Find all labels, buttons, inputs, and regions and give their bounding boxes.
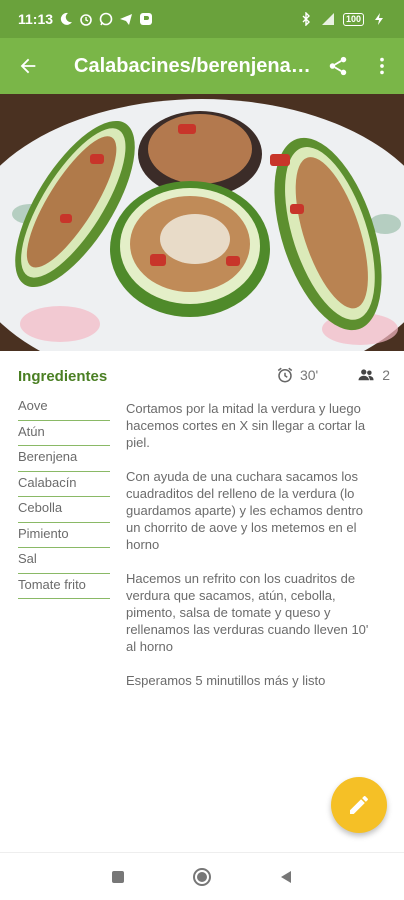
ingredient-item: Sal bbox=[18, 548, 110, 574]
app-notification-icon bbox=[140, 13, 153, 25]
ingredient-item: Berenjena bbox=[18, 446, 110, 472]
servings: 2 bbox=[382, 367, 390, 383]
moon-icon bbox=[60, 12, 73, 25]
prep-time: 30' bbox=[299, 367, 319, 383]
ingredient-item: Atún bbox=[18, 421, 110, 446]
edit-button[interactable] bbox=[331, 777, 387, 833]
overflow-menu-button[interactable] bbox=[360, 38, 404, 94]
signal-icon bbox=[321, 13, 334, 25]
ingredients-heading: Ingredientes bbox=[18, 368, 108, 385]
ingredient-item: Calabacín bbox=[18, 472, 110, 497]
share-button[interactable] bbox=[316, 38, 360, 94]
instruction-step: Esperamos 5 minutillos más y listo bbox=[126, 673, 326, 688]
home-icon[interactable] bbox=[192, 867, 212, 887]
people-icon bbox=[358, 369, 374, 381]
ingredient-item: Aove bbox=[18, 395, 110, 421]
whatsapp-icon bbox=[99, 12, 113, 26]
pencil-icon bbox=[350, 795, 368, 814]
instruction-step: Hacemos un refrito con los cuadritos de … bbox=[126, 571, 369, 654]
share-icon bbox=[329, 56, 347, 76]
app-bar: Calabacines/berenjenas rellenas bbox=[0, 38, 404, 94]
back-button[interactable] bbox=[0, 38, 56, 94]
status-time: 11:13 bbox=[18, 11, 54, 27]
instructions: Cortamos por la mitad la verdura y luego… bbox=[126, 400, 381, 706]
recipe-title: Calabacines/berenjenas rellenas bbox=[74, 54, 316, 77]
arrow-back-icon bbox=[20, 58, 36, 74]
system-nav-bar bbox=[0, 852, 404, 900]
ingredients-list: Aove Atún Berenjena Calabacín Cebolla Pi… bbox=[18, 395, 110, 599]
more-vert-icon bbox=[380, 57, 384, 75]
recents-icon[interactable] bbox=[110, 869, 126, 885]
bluetooth-icon bbox=[302, 12, 310, 26]
status-bar: 11:13 100 bbox=[0, 0, 404, 38]
ingredient-item: Tomate frito bbox=[18, 574, 110, 599]
recipe-photo bbox=[0, 94, 404, 351]
battery-icon: 100 bbox=[342, 12, 364, 26]
ingredient-item: Pimiento bbox=[18, 523, 110, 548]
instruction-step: Con ayuda de una cuchara sacamos los cua… bbox=[126, 469, 364, 552]
ingredient-item: Cebolla bbox=[18, 497, 110, 523]
alarm-icon bbox=[80, 14, 92, 26]
telegram-icon bbox=[120, 14, 133, 25]
recipe-meta: 30' 2 bbox=[276, 366, 390, 384]
instruction-step: Cortamos por la mitad la verdura y luego… bbox=[126, 401, 366, 450]
back-nav-icon[interactable] bbox=[278, 869, 294, 885]
alarm-clock-icon bbox=[277, 367, 293, 383]
charging-icon bbox=[375, 13, 383, 25]
